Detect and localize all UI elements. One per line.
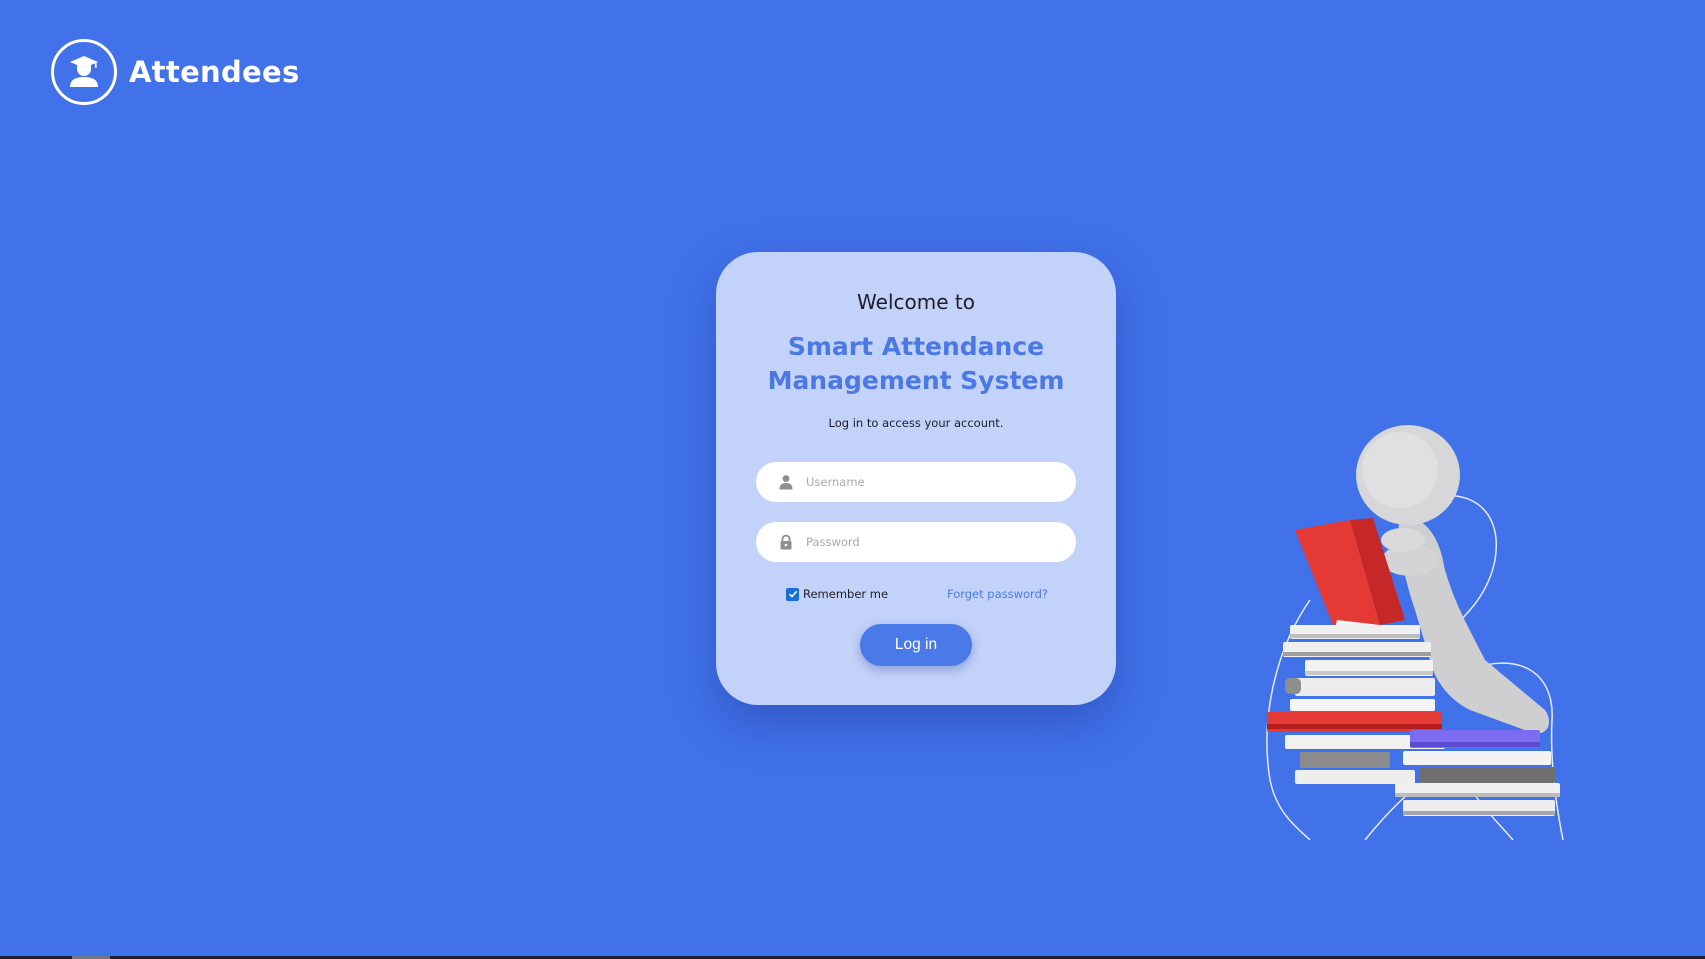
login-card: Welcome to Smart Attendance Management S… (716, 252, 1116, 705)
username-field[interactable] (756, 462, 1076, 502)
login-button[interactable]: Log in (860, 624, 972, 666)
welcome-text: Welcome to (857, 290, 975, 314)
forget-password-link[interactable]: Forget password? (947, 587, 1048, 601)
person-reading-books-illustration (1255, 420, 1635, 841)
login-subtitle: Log in to access your account. (828, 416, 1004, 430)
password-input[interactable] (804, 534, 1068, 550)
password-field[interactable] (756, 522, 1076, 562)
remember-me-checkbox[interactable] (786, 587, 799, 601)
remember-me-label: Remember me (803, 587, 889, 601)
brand-name: Attendees (129, 55, 300, 89)
login-options: Remember me Forget password? (786, 586, 1048, 602)
user-icon (777, 473, 795, 491)
graduate-icon (51, 39, 117, 105)
remember-me[interactable]: Remember me (786, 587, 888, 601)
brand: Attendees (51, 39, 300, 105)
system-title: Smart Attendance Management System (767, 332, 1065, 395)
lock-icon (777, 533, 795, 551)
username-input[interactable] (804, 474, 1068, 490)
